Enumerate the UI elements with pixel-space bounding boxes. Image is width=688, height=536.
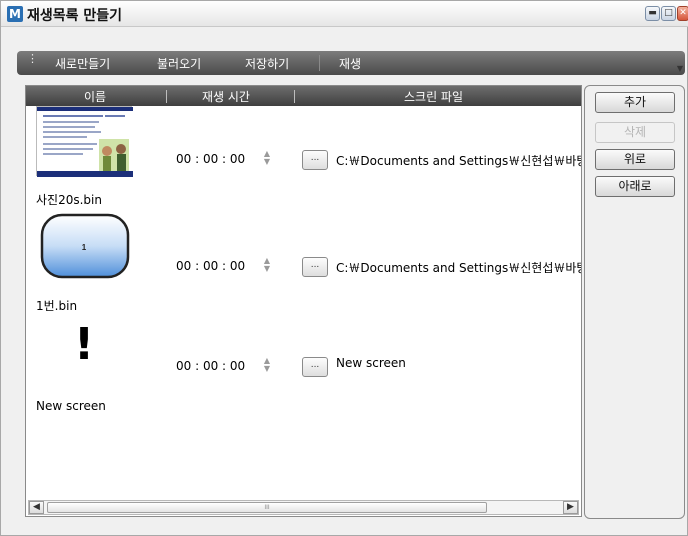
toolbar-divider: [319, 55, 320, 71]
item-name: New screen: [36, 399, 106, 413]
add-button[interactable]: 추가: [595, 92, 675, 113]
move-down-button[interactable]: 아래로: [595, 176, 675, 197]
playlist-row[interactable]: 사진20s.bin 00 : 00 : 00 ▲ ▼ ... C:￦Documen…: [26, 106, 581, 221]
duration-spinner-icon[interactable]: ▲ ▼: [262, 357, 272, 373]
open-button[interactable]: 불러오기: [157, 55, 201, 72]
column-name[interactable]: 이름: [84, 88, 106, 105]
play-button[interactable]: 재생: [339, 55, 361, 72]
duration-field[interactable]: 00 : 00 : 00: [176, 359, 245, 373]
toolbar: ⋮ 새로만들기 불러오기 저장하기 재생 ▼: [17, 51, 685, 75]
slide-thumbnail-image: [37, 107, 133, 177]
delete-button[interactable]: 삭제: [595, 122, 675, 143]
close-button[interactable]: ✕: [677, 6, 688, 21]
horizontal-scrollbar[interactable]: ◀ III ▶: [28, 500, 579, 515]
screen-thumbnail: [36, 106, 133, 177]
screen-thumbnail: !: [36, 316, 132, 386]
exclamation-icon: !: [73, 319, 95, 370]
browse-button[interactable]: ...: [302, 150, 328, 170]
button-thumbnail-image: 1: [40, 213, 130, 279]
browse-button[interactable]: ...: [302, 257, 328, 277]
duration-spinner-icon[interactable]: ▲ ▼: [262, 257, 272, 273]
screen-thumbnail: 1: [36, 211, 132, 281]
file-path: C:￦Documents and Settings￦신현섭￦바탕: [336, 261, 581, 275]
new-button[interactable]: 새로만들기: [55, 55, 110, 72]
file-path: C:￦Documents and Settings￦신현섭￦바탕: [336, 154, 581, 168]
column-duration[interactable]: 재생 시간: [202, 88, 250, 105]
duration-field[interactable]: 00 : 00 : 00: [176, 152, 245, 166]
item-name: 1번.bin: [36, 299, 78, 313]
column-header: 이름 재생 시간 스크린 파일: [26, 86, 581, 106]
playlist-row[interactable]: ! New screen 00 : 00 : 00 ▲ ▼ ... New scr…: [26, 316, 581, 431]
minimize-button[interactable]: ▬: [645, 6, 660, 21]
title-bar: M 재생목록 만들기 ▬ □ ✕: [1, 1, 688, 27]
toolbar-overflow-icon[interactable]: ▼: [677, 64, 683, 73]
column-divider[interactable]: [166, 90, 167, 103]
scroll-left-icon[interactable]: ◀: [29, 501, 44, 514]
toolbar-grip-icon[interactable]: ⋮: [27, 53, 38, 64]
window-title: 재생목록 만들기: [27, 8, 123, 24]
app-icon: M: [7, 6, 23, 22]
thumbnail-label: 1: [82, 243, 87, 252]
playlist-row[interactable]: 1 1번.bin 00 : 00 : 00 ▲ ▼ ... C:￦Document…: [26, 211, 581, 326]
scroll-right-icon[interactable]: ▶: [563, 501, 578, 514]
save-button[interactable]: 저장하기: [245, 55, 289, 72]
maximize-button[interactable]: □: [661, 6, 676, 21]
move-up-button[interactable]: 위로: [595, 149, 675, 170]
column-divider[interactable]: [294, 90, 295, 103]
playlist-list[interactable]: 이름 재생 시간 스크린 파일 사진20s.bin 00: 00: 00 ▲…: [25, 85, 582, 517]
scroll-thumb[interactable]: III: [47, 502, 487, 513]
action-panel: 추가 삭제 위로 아래로: [584, 85, 685, 519]
item-name: 사진20s.bin: [36, 193, 102, 207]
playlist-window: M 재생목록 만들기 ▬ □ ✕ ⋮ 새로만들기 불러오기 저장하기 재생 ▼ …: [0, 0, 688, 536]
column-file[interactable]: 스크린 파일: [404, 88, 463, 105]
file-path: New screen: [336, 356, 406, 370]
duration-spinner-icon[interactable]: ▲ ▼: [262, 150, 272, 166]
browse-button[interactable]: ...: [302, 357, 328, 377]
duration-field[interactable]: 00 : 00 : 00: [176, 259, 245, 273]
